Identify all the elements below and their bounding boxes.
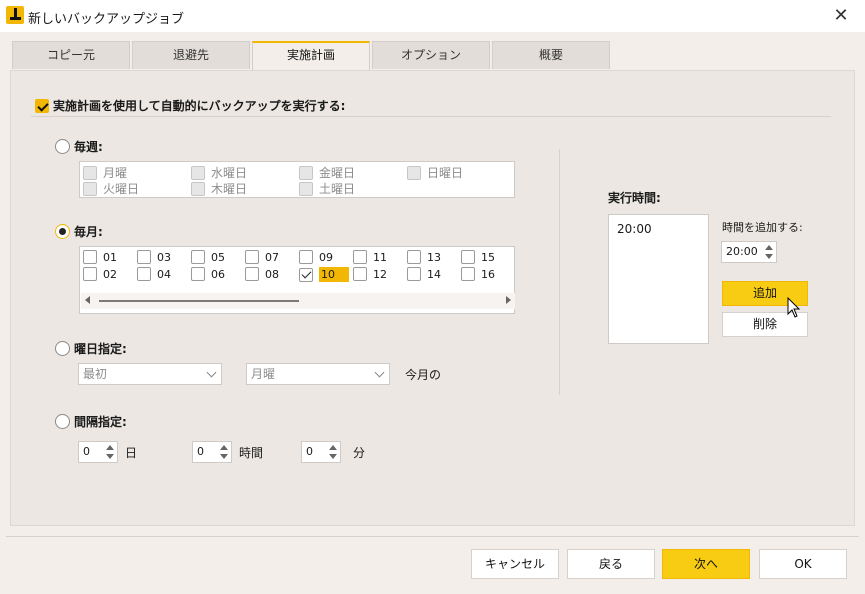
back-button[interactable]: 戻る xyxy=(567,549,655,579)
date-03[interactable]: 03 xyxy=(137,250,171,264)
weekly-days-box: 月曜 水曜日 金曜日 日曜日 火曜日 木曜日 土曜日 xyxy=(79,161,515,198)
weekday-option: 曜日指定: xyxy=(55,340,127,357)
next-button[interactable]: 次へ xyxy=(662,549,750,579)
spin-up-icon[interactable] xyxy=(765,245,773,250)
tab-destination[interactable]: 退避先 xyxy=(132,41,250,69)
dates-horizontal-scrollbar[interactable] xyxy=(81,293,515,309)
date-09[interactable]: 09 xyxy=(299,250,333,264)
date-01[interactable]: 01 xyxy=(83,250,117,264)
scroll-right-icon[interactable] xyxy=(506,296,511,304)
vertical-divider xyxy=(559,149,560,395)
monthly-dates-box: 01 03 05 07 09 11 13 15 02 04 06 08 10 1… xyxy=(79,246,515,314)
date-12[interactable]: 12 xyxy=(353,267,387,281)
spin-down-icon[interactable] xyxy=(329,454,337,459)
run-times-list[interactable]: 20:00 xyxy=(608,214,709,344)
spin-down-icon[interactable] xyxy=(765,254,773,259)
date-16[interactable]: 16 xyxy=(461,267,495,281)
monthly-option: 毎月: xyxy=(55,223,103,240)
day-saturday[interactable]: 土曜日 xyxy=(299,180,355,197)
spin-down-icon[interactable] xyxy=(106,454,114,459)
tab-schedule[interactable]: 実施計画 xyxy=(252,41,370,70)
schedule-panel: 実施計画を使用して自動的にバックアップを実行する: 毎週: 月曜 水曜日 金曜日… xyxy=(10,70,855,526)
footer-divider xyxy=(6,536,859,537)
day-tuesday[interactable]: 火曜日 xyxy=(83,180,139,197)
tab-options[interactable]: オプション xyxy=(372,41,490,69)
day-thursday[interactable]: 木曜日 xyxy=(191,180,247,197)
date-07[interactable]: 07 xyxy=(245,250,279,264)
weekly-radio[interactable] xyxy=(55,139,70,154)
tab-bar: コピー元 退避先 実施計画 オプション 概要 xyxy=(12,41,612,70)
weekday-suffix: 今月の xyxy=(405,368,442,382)
interval-option: 間隔指定: xyxy=(55,413,127,430)
window-title: 新しいバックアップジョブ xyxy=(28,12,185,27)
weekday-day-select[interactable]: 月曜 xyxy=(246,363,390,385)
date-10[interactable]: 10 xyxy=(299,267,349,282)
chevron-down-icon xyxy=(374,367,385,378)
interval-radio[interactable] xyxy=(55,414,70,429)
date-14[interactable]: 14 xyxy=(407,267,441,281)
date-11[interactable]: 11 xyxy=(353,250,387,264)
run-times-label: 実行時間: xyxy=(608,191,661,205)
close-icon[interactable]: ✕ xyxy=(831,6,851,26)
interval-minutes-unit: 分 xyxy=(353,446,366,460)
spin-up-icon[interactable] xyxy=(106,445,114,450)
interval-minutes-spinner[interactable]: 0 xyxy=(301,441,341,463)
ok-button[interactable]: OK xyxy=(759,549,847,579)
spin-down-icon[interactable] xyxy=(220,454,228,459)
weekly-option: 毎週: xyxy=(55,138,103,155)
weekday-order-select[interactable]: 最初 xyxy=(78,363,222,385)
monthly-radio[interactable] xyxy=(55,224,70,239)
chevron-down-icon xyxy=(206,367,217,378)
tab-summary[interactable]: 概要 xyxy=(492,41,610,69)
date-04[interactable]: 04 xyxy=(137,267,171,281)
weekly-label: 毎週: xyxy=(74,140,103,154)
add-time-label: 時間を追加する: xyxy=(722,221,803,234)
enable-schedule-label: 実施計画を使用して自動的にバックアップを実行する: xyxy=(53,99,346,113)
title-bar: 新しいバックアップジョブ ✕ xyxy=(0,0,865,32)
date-13[interactable]: 13 xyxy=(407,250,441,264)
cancel-button[interactable]: キャンセル xyxy=(471,549,559,579)
scroll-thumb[interactable] xyxy=(99,300,299,302)
monthly-label: 毎月: xyxy=(74,225,103,239)
spin-up-icon[interactable] xyxy=(220,445,228,450)
interval-label: 間隔指定: xyxy=(74,415,127,429)
app-logo-icon xyxy=(6,6,24,24)
date-08[interactable]: 08 xyxy=(245,267,279,281)
day-wednesday[interactable]: 水曜日 xyxy=(191,164,247,181)
enable-schedule-checkbox[interactable] xyxy=(35,98,49,113)
interval-days-spinner[interactable]: 0 xyxy=(78,441,118,463)
day-sunday[interactable]: 日曜日 xyxy=(407,164,463,181)
weekday-label: 曜日指定: xyxy=(74,342,127,356)
date-02[interactable]: 02 xyxy=(83,267,117,281)
spin-up-icon[interactable] xyxy=(329,445,337,450)
run-time-item[interactable]: 20:00 xyxy=(609,215,708,243)
interval-hours-spinner[interactable]: 0 xyxy=(192,441,232,463)
enable-schedule-row: 実施計画を使用して自動的にバックアップを実行する: xyxy=(35,97,345,114)
date-06[interactable]: 06 xyxy=(191,267,225,281)
tab-source[interactable]: コピー元 xyxy=(12,41,130,69)
add-time-spinner[interactable]: 20:00 xyxy=(721,241,777,263)
divider xyxy=(31,116,831,117)
scroll-left-icon[interactable] xyxy=(85,296,90,304)
day-friday[interactable]: 金曜日 xyxy=(299,164,355,181)
date-05[interactable]: 05 xyxy=(191,250,225,264)
date-15[interactable]: 15 xyxy=(461,250,495,264)
weekday-radio[interactable] xyxy=(55,341,70,356)
day-monday[interactable]: 月曜 xyxy=(83,164,127,181)
interval-hours-unit: 時間 xyxy=(239,446,264,460)
interval-days-unit: 日 xyxy=(125,446,138,460)
mouse-cursor-icon xyxy=(787,297,801,318)
